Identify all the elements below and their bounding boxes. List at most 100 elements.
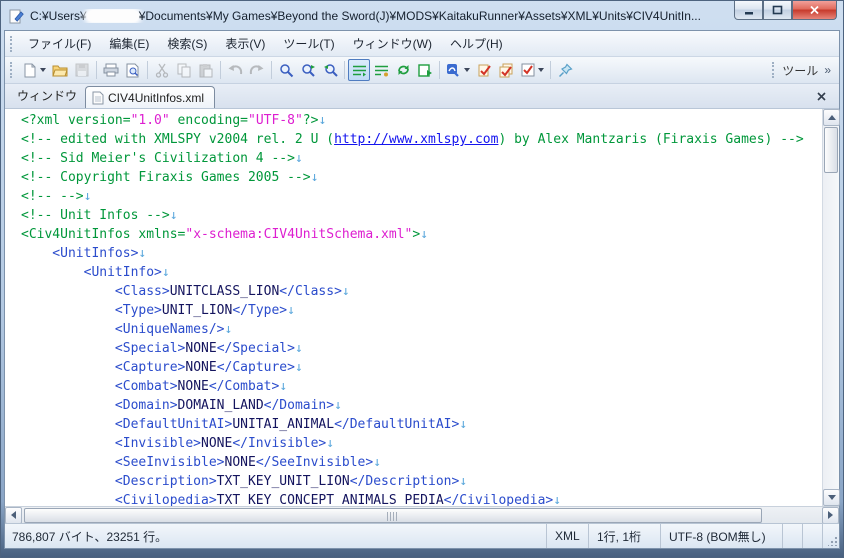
- copy-button[interactable]: [173, 59, 195, 81]
- newline-mark: ↓: [294, 341, 303, 356]
- toolbar-separator: [96, 61, 97, 79]
- close-button[interactable]: [792, 1, 837, 20]
- menu-tools[interactable]: ツール(T): [274, 31, 343, 56]
- window-controls: [734, 1, 837, 20]
- newline-mark: ↓: [279, 379, 288, 394]
- find-next-button[interactable]: [297, 59, 319, 81]
- newline-mark: ↓: [420, 227, 429, 242]
- code-line: <Description>TXT_KEY_UNIT_LION</Descript…: [21, 474, 468, 489]
- scroll-right-button[interactable]: [822, 506, 839, 524]
- code-line: <UnitInfos>↓: [21, 246, 147, 261]
- vertical-scroll-track[interactable]: [823, 174, 839, 489]
- print-button[interactable]: [100, 59, 122, 81]
- compare-all-button[interactable]: [495, 59, 517, 81]
- redo-button[interactable]: [246, 59, 268, 81]
- code-line: <!-- -->↓: [21, 189, 92, 204]
- find-previous-button[interactable]: [319, 59, 341, 81]
- status-cursor-position: 1行, 1桁: [589, 524, 661, 548]
- scroll-down-button[interactable]: [823, 489, 840, 506]
- save-button[interactable]: [71, 59, 93, 81]
- paste-clipboard-icon: [199, 63, 213, 78]
- wrap-mode-2-button[interactable]: [370, 59, 392, 81]
- pin-button[interactable]: [554, 59, 576, 81]
- window-title: C:¥Users¥ ¥Documents¥My Games¥Beyond the …: [30, 9, 701, 23]
- tools-toolbar-grip-handle[interactable]: [772, 62, 776, 78]
- newline-mark: ↓: [287, 303, 295, 318]
- menu-help[interactable]: ヘルプ(H): [441, 31, 512, 56]
- app-icon: [8, 8, 25, 25]
- scroll-thumb-grip: [387, 511, 399, 521]
- toolbar-grip-handle[interactable]: [10, 62, 14, 78]
- code-line: <UnitInfo>↓: [21, 265, 170, 280]
- window-panel-label[interactable]: ウィンドウ: [11, 84, 85, 108]
- toolbar-separator: [220, 61, 221, 79]
- checkbox-icon: [521, 63, 535, 77]
- right-arrow-icon: [828, 511, 833, 519]
- newline-mark: ↓: [326, 436, 335, 451]
- paste-button[interactable]: [195, 59, 217, 81]
- code-line: <Combat>NONE</Combat>↓: [21, 379, 288, 394]
- encoding-button[interactable]: [443, 59, 473, 81]
- print-preview-button[interactable]: [122, 59, 144, 81]
- newline-mark: ↓: [138, 246, 147, 261]
- refresh-mode-button[interactable]: [392, 59, 414, 81]
- code-line: <Special>NONE</Special>↓: [21, 341, 303, 356]
- compare-button[interactable]: [473, 59, 495, 81]
- undo-button[interactable]: [224, 59, 246, 81]
- menu-file[interactable]: ファイル(F): [19, 31, 100, 56]
- resize-grip[interactable]: [823, 524, 839, 548]
- vertical-scrollbar[interactable]: [822, 109, 840, 506]
- tools-toolbar-label[interactable]: ツール: [782, 62, 818, 79]
- menu-view[interactable]: 表示(V): [216, 31, 274, 56]
- left-arrow-icon: [11, 511, 16, 519]
- search-icon: [279, 63, 294, 78]
- menu-search[interactable]: 検索(S): [158, 31, 216, 56]
- status-bar: 786,807 バイト、23251 行。 XML 1行, 1桁 UTF-8 (B…: [5, 523, 839, 548]
- title-bar[interactable]: C:¥Users¥ ¥Documents¥My Games¥Beyond the …: [1, 1, 843, 29]
- menubar-grip-handle[interactable]: [10, 35, 14, 52]
- scissors-icon: [155, 63, 169, 78]
- client-area: ファイル(F) 編集(E) 検索(S) 表示(V) ツール(T) ウィンドウ(W…: [4, 30, 840, 549]
- tab-close-button[interactable]: [813, 88, 829, 104]
- toolbar-separator: [147, 61, 148, 79]
- new-document-button[interactable]: [19, 59, 49, 81]
- wrap-by-window-button[interactable]: [348, 59, 370, 81]
- scroll-up-button[interactable]: [823, 109, 840, 126]
- save-floppy-icon: [75, 63, 89, 77]
- code-line: <?xml version="1.0" encoding="UTF-8"?>↓: [21, 113, 327, 128]
- redacted-username: [86, 10, 139, 22]
- code-line: <Invisible>NONE</Invisible>↓: [21, 436, 335, 451]
- horizontal-scroll-thumb[interactable]: [24, 507, 762, 523]
- option-check-button[interactable]: [517, 59, 547, 81]
- find-next-icon: [301, 63, 316, 78]
- new-document-icon: [23, 63, 37, 78]
- newline-mark: ↓: [318, 113, 327, 128]
- maximize-button[interactable]: [763, 1, 792, 20]
- code-line: <UniqueNames/>↓: [21, 322, 233, 337]
- scroll-left-button[interactable]: [5, 506, 22, 524]
- code-line: <Domain>DOMAIN_LAND</Domain>↓: [21, 398, 342, 413]
- open-file-button[interactable]: [49, 59, 71, 81]
- menu-edit[interactable]: 編集(E): [100, 31, 158, 56]
- wrap-mode-4-button[interactable]: [414, 59, 436, 81]
- tab-civ4unitinfos[interactable]: CIV4UnitInfos.xml: [85, 86, 216, 108]
- cut-button[interactable]: [151, 59, 173, 81]
- app-window: C:¥Users¥ ¥Documents¥My Games¥Beyond the …: [0, 0, 844, 558]
- encoding-dropdown-icon: [464, 68, 470, 72]
- vertical-scroll-thumb[interactable]: [824, 127, 838, 173]
- newline-mark: ↓: [161, 265, 170, 280]
- newline-mark: ↓: [334, 398, 342, 413]
- horizontal-scrollbar[interactable]: [5, 506, 839, 524]
- find-button[interactable]: [275, 59, 297, 81]
- menu-window[interactable]: ウィンドウ(W): [344, 31, 441, 56]
- tab-label: CIV4UnitInfos.xml: [108, 90, 205, 105]
- status-encoding: UTF-8 (BOM無し): [661, 524, 783, 548]
- toolbar-overflow-chevron[interactable]: »: [824, 63, 831, 77]
- toolbar-separator: [344, 61, 345, 79]
- editor-lines[interactable]: <?xml version="1.0" encoding="UTF-8"?>↓ <…: [5, 109, 822, 506]
- newline-mark: ↓: [83, 189, 92, 204]
- code-line: <Type>UNIT_LION</Type>↓: [21, 303, 295, 318]
- minimize-button[interactable]: [734, 1, 763, 20]
- code-line: <Capture>NONE</Capture>↓: [21, 360, 303, 375]
- newline-mark: ↓: [553, 493, 562, 506]
